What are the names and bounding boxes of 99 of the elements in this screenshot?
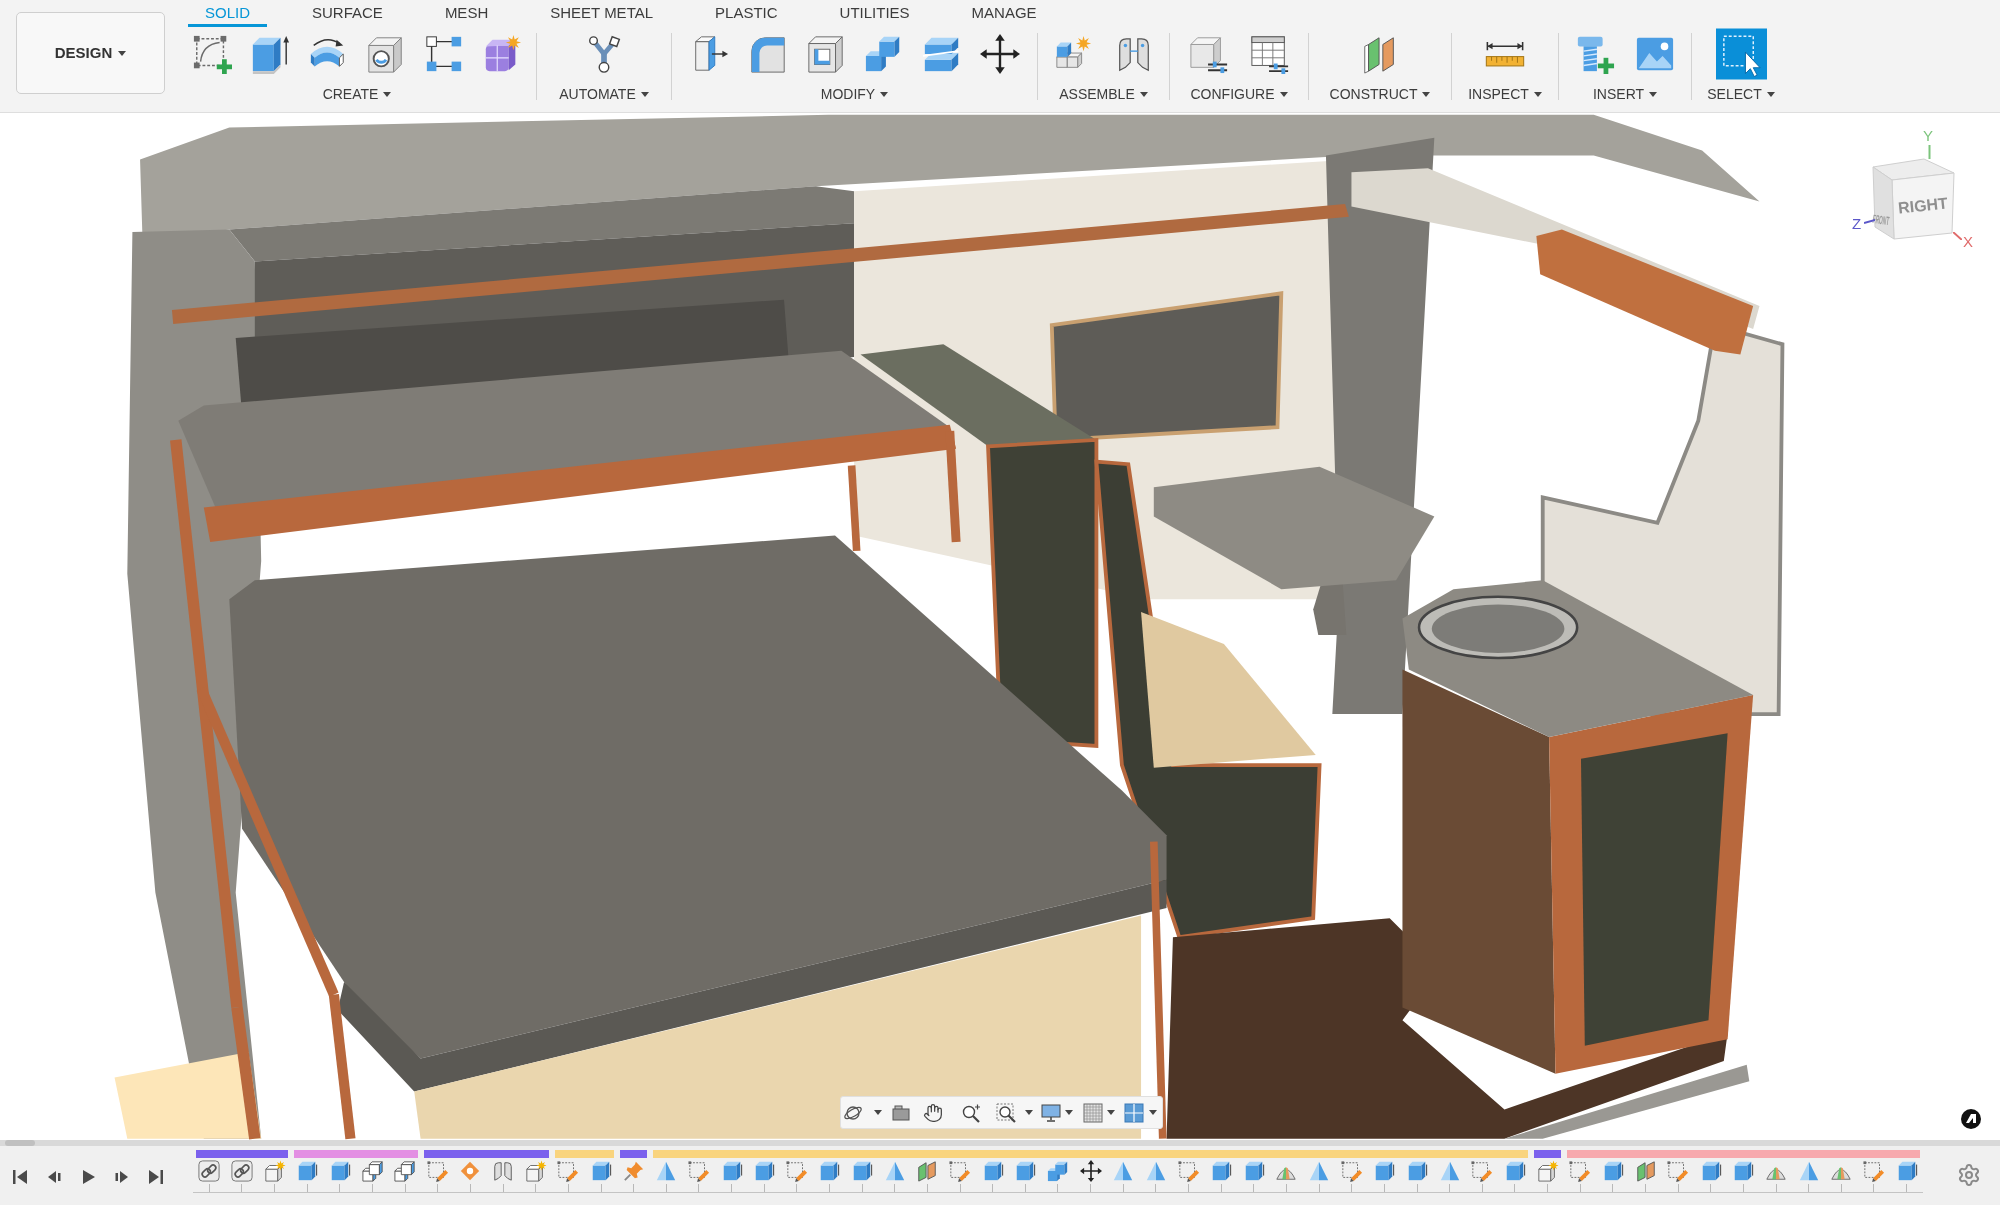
chain-icon[interactable]: [230, 1160, 253, 1182]
tool-group-dropdown[interactable]: INSPECT: [1468, 86, 1542, 102]
ribbon-tab[interactable]: UTILITIES: [822, 0, 927, 27]
sketch-pencil-icon[interactable]: [557, 1160, 580, 1182]
tool-group-dropdown[interactable]: ASSEMBLE: [1059, 86, 1148, 102]
ribbon-tab[interactable]: MANAGE: [954, 0, 1054, 27]
caret-icon: [1139, 91, 1148, 97]
sketch-pencil-icon[interactable]: [785, 1160, 808, 1182]
caret-icon[interactable]: [1065, 1110, 1073, 1115]
ribbon-tab[interactable]: MESH: [427, 0, 506, 27]
planes-icon[interactable]: [1634, 1160, 1657, 1182]
axis-label: Y: [1923, 128, 1933, 144]
ribbon-tab[interactable]: PLASTIC: [698, 0, 795, 27]
sketch-pencil-icon[interactable]: [1667, 1160, 1690, 1182]
pattern-squares-icon[interactable]: [424, 34, 464, 74]
caret-icon: [118, 50, 127, 56]
skip-to-start-icon[interactable]: [10, 1167, 30, 1187]
triangle-icon[interactable]: [1797, 1160, 1820, 1182]
diamond-point-icon[interactable]: [459, 1160, 482, 1182]
selection-cursor-icon[interactable]: [1715, 28, 1767, 80]
cube-face-label: RIGHT: [1896, 193, 1950, 219]
tool-group-dropdown[interactable]: CONFIGURE: [1190, 86, 1288, 102]
triangle-icon[interactable]: [1438, 1160, 1461, 1182]
caret-icon: [640, 91, 649, 97]
sketch-pencil-icon[interactable]: [1863, 1160, 1885, 1182]
tool-group-dropdown[interactable]: INSERT: [1592, 86, 1658, 102]
move-arrows-icon[interactable]: [1079, 1160, 1102, 1182]
triangle-icon[interactable]: [883, 1160, 906, 1182]
four-panes-icon[interactable]: [1124, 1102, 1144, 1123]
caret-icon[interactable]: [1025, 1110, 1033, 1115]
box-sparkle-icon[interactable]: [263, 1160, 286, 1182]
overlapping-boxes-icon[interactable]: [394, 1160, 417, 1182]
pin-icon[interactable]: [622, 1160, 645, 1182]
ribbon-tab[interactable]: SURFACE: [295, 0, 400, 27]
caret-icon: [383, 91, 392, 97]
move-arrows-icon[interactable]: [979, 34, 1020, 74]
ruler-icon[interactable]: [1483, 40, 1527, 68]
cube-icon[interactable]: [296, 1160, 319, 1182]
bracket-pair-icon[interactable]: [492, 1160, 515, 1182]
box-sliders-icon[interactable]: [1188, 34, 1229, 74]
folder-icon[interactable]: [891, 1102, 911, 1123]
skip-to-end-icon[interactable]: [146, 1167, 166, 1187]
logo-icon: [1961, 1109, 1981, 1129]
cube-icon[interactable]: [1406, 1160, 1428, 1182]
scrollbar-thumb[interactable]: [5, 1140, 35, 1146]
sketch-pencil-icon[interactable]: [1471, 1160, 1494, 1182]
triangle-icon[interactable]: [655, 1160, 678, 1182]
box-sparkle-icon[interactable]: [524, 1160, 547, 1182]
triangle-icon[interactable]: [1308, 1160, 1331, 1182]
cube-icon[interactable]: [1210, 1160, 1233, 1182]
settings-icon[interactable]: [1957, 1163, 1981, 1187]
cube-icon[interactable]: [1373, 1160, 1396, 1182]
cube-icon[interactable]: [818, 1160, 841, 1182]
sketch-pencil-icon[interactable]: [426, 1160, 449, 1182]
monitor-icon[interactable]: [1041, 1102, 1061, 1123]
caret-icon: [1649, 91, 1658, 97]
ribbon-tab[interactable]: SHEET METAL: [533, 0, 671, 27]
caret-icon: [1422, 91, 1431, 97]
tool-group-dropdown[interactable]: CREATE: [322, 86, 392, 102]
planes-icon[interactable]: [916, 1160, 939, 1182]
sketch-pencil-icon[interactable]: [687, 1160, 710, 1182]
caret-icon: [1279, 91, 1288, 97]
triangle-icon[interactable]: [1112, 1160, 1135, 1182]
cube-icon[interactable]: [851, 1160, 874, 1182]
caret-icon: [880, 91, 889, 97]
cube-icon[interactable]: [753, 1160, 776, 1182]
hollow-box-icon[interactable]: [805, 34, 846, 74]
caret-icon[interactable]: [874, 1110, 882, 1115]
workspace-dropdown[interactable]: DESIGN: [16, 12, 165, 94]
caret-icon[interactable]: [1149, 1110, 1157, 1115]
axis-label: X: [1963, 234, 1973, 250]
sketch-pencil-icon[interactable]: [949, 1160, 972, 1182]
zoom-window-icon[interactable]: [996, 1102, 1016, 1123]
sketch-pencil-icon[interactable]: [1177, 1160, 1200, 1182]
two-cubes-icon[interactable]: [1046, 1160, 1069, 1182]
overlapping-boxes-icon[interactable]: [361, 1160, 384, 1182]
table-sliders-icon[interactable]: [1249, 34, 1290, 74]
box-sparkle-icon[interactable]: [1536, 1160, 1559, 1182]
cube-icon[interactable]: [590, 1160, 612, 1182]
chain-icon[interactable]: [198, 1160, 221, 1182]
tool-group-dropdown[interactable]: SELECT: [1707, 86, 1775, 102]
tool-group-dropdown[interactable]: AUTOMATE: [559, 86, 649, 102]
tool-group-dropdown[interactable]: CONSTRUCT: [1329, 86, 1431, 102]
triangle-icon[interactable]: [1144, 1160, 1167, 1182]
axis-label: Z: [1852, 216, 1862, 232]
sketch-pencil-icon[interactable]: [1569, 1160, 1592, 1182]
box-arrow-icon[interactable]: [250, 34, 290, 74]
hand-icon[interactable]: [923, 1102, 943, 1123]
tool-group-dropdown[interactable]: MODIFY: [820, 86, 889, 102]
sketch-pencil-icon[interactable]: [1340, 1160, 1363, 1182]
zoom-in-icon[interactable]: [961, 1102, 981, 1123]
caret-icon: [1533, 91, 1542, 97]
caret-icon: [1766, 91, 1775, 97]
bolt-plus-icon[interactable]: [1575, 34, 1615, 74]
cube-icon[interactable]: [1732, 1160, 1755, 1182]
cube-face-label: FRONT: [1871, 211, 1891, 229]
cube-icon[interactable]: [1014, 1160, 1037, 1182]
sketch-plus-icon[interactable]: [192, 34, 232, 74]
caret-icon[interactable]: [1107, 1110, 1115, 1115]
